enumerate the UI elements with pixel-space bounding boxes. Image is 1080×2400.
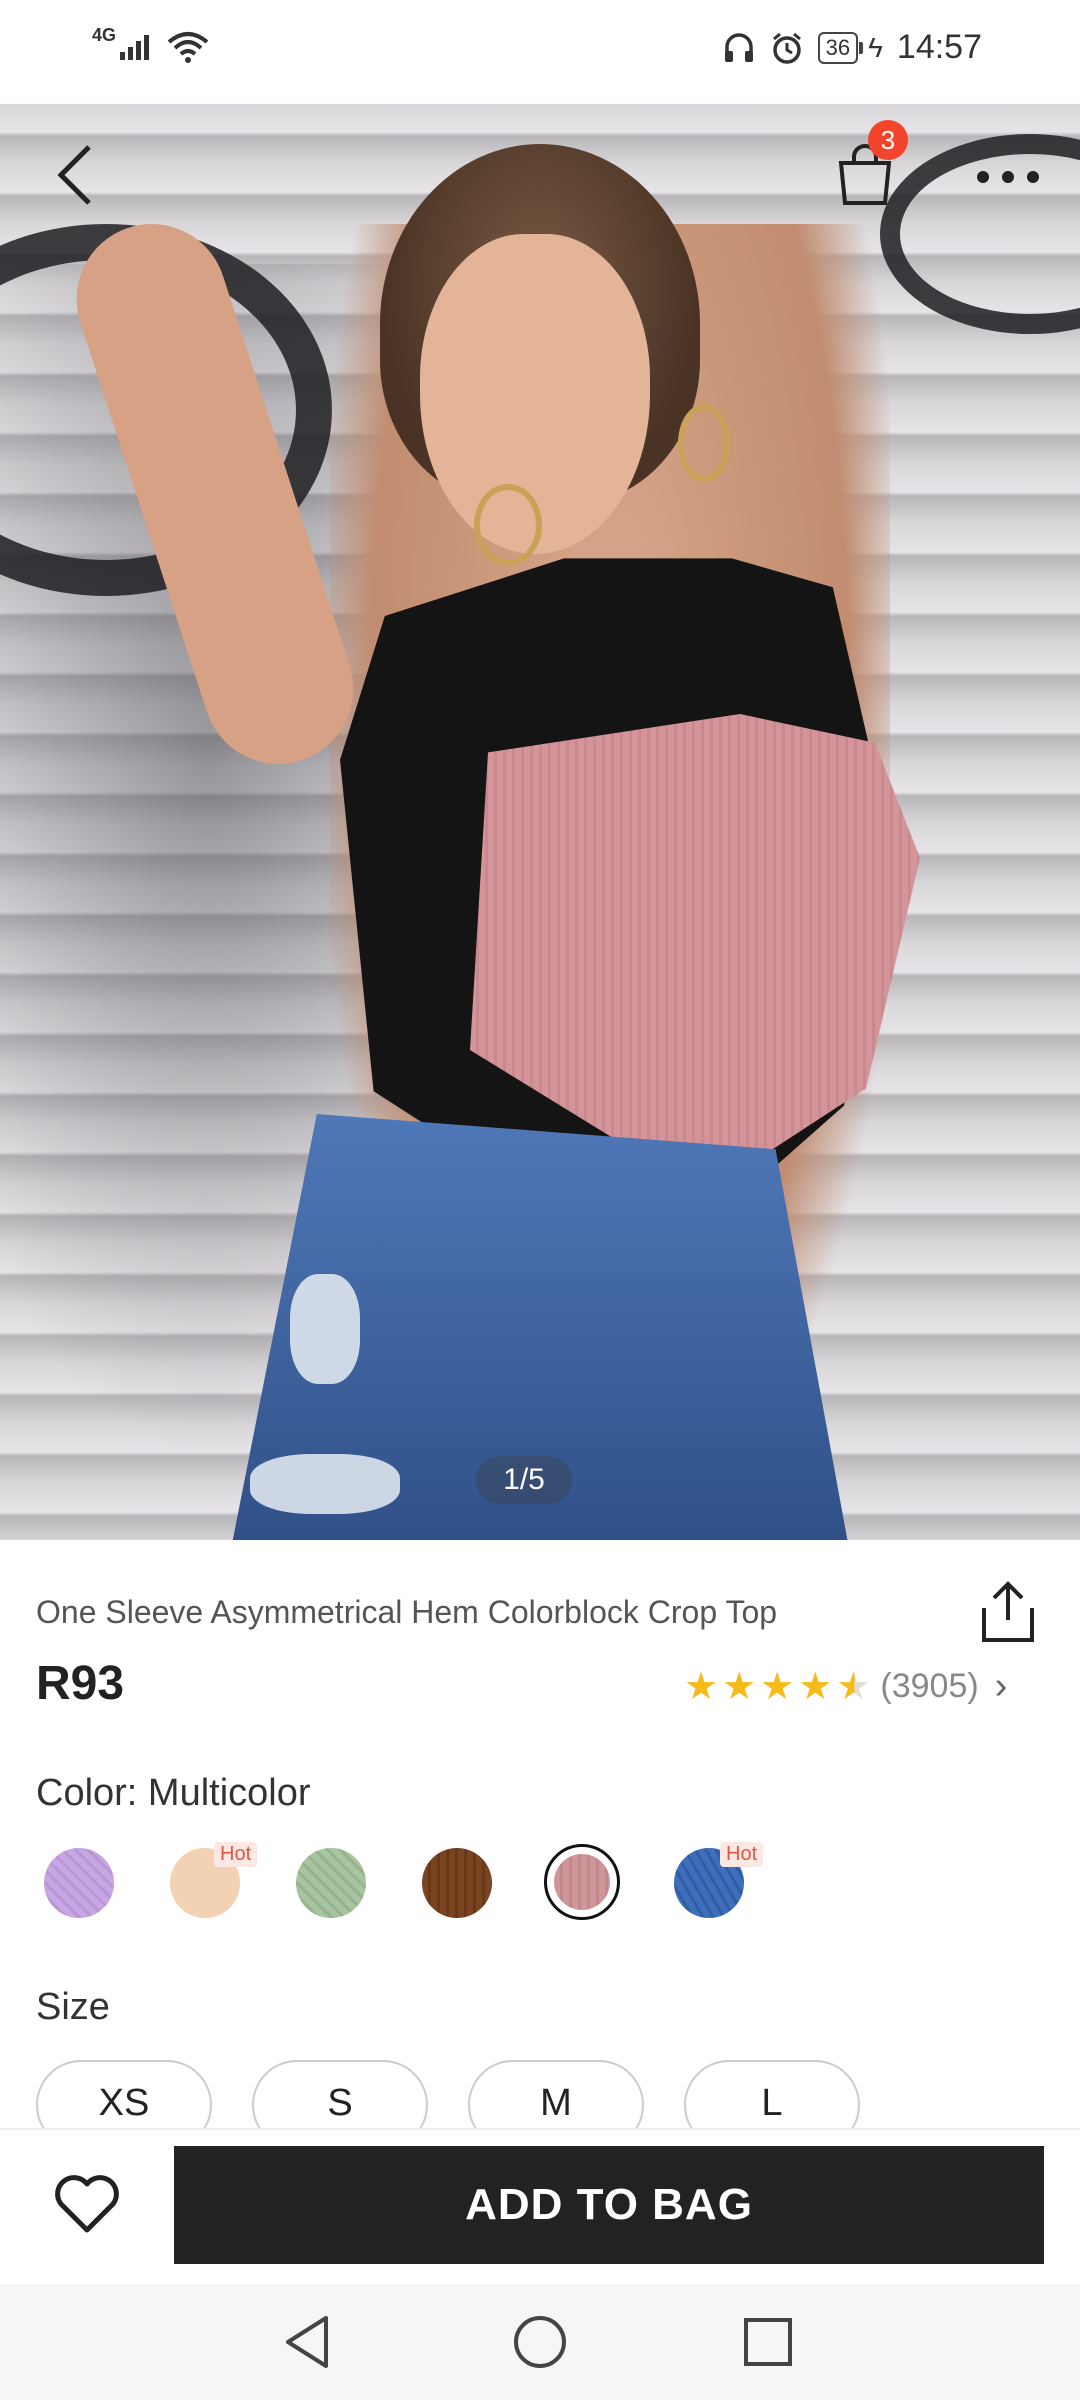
- star-icon: ★: [722, 1666, 757, 1708]
- gallery-indicator: 1/5: [476, 1456, 572, 1504]
- alarm-icon: [772, 32, 801, 64]
- earring: [678, 404, 730, 482]
- review-count: (3905): [880, 1667, 979, 1705]
- nav-home-icon[interactable]: [512, 2314, 568, 2370]
- status-right: 36 ϟ 14:57: [722, 28, 982, 67]
- denim-rip: [250, 1454, 400, 1514]
- more-dots-icon: [977, 171, 1039, 183]
- bag-count-badge: 3: [868, 120, 908, 160]
- wifi-icon: [167, 32, 209, 63]
- share-icon: [982, 1581, 1034, 1642]
- earring: [474, 484, 542, 566]
- half-star-icon: ★: [836, 1666, 871, 1708]
- back-arrow-icon: [57, 145, 91, 205]
- nav-back-icon[interactable]: [282, 2314, 332, 2370]
- hot-badge: Hot: [720, 1842, 764, 1867]
- share-button[interactable]: [978, 1580, 1038, 1644]
- rating-row[interactable]: ★ ★ ★ ★ ★ (3905) ›: [684, 1664, 1007, 1709]
- denim-rip: [290, 1274, 360, 1384]
- size-label: Size: [36, 1986, 110, 2028]
- product-title: One Sleeve Asymmetrical Hem Colorblock C…: [36, 1594, 778, 1630]
- color-swatch-mint[interactable]: [296, 1848, 366, 1918]
- back-button[interactable]: [40, 140, 110, 210]
- wishlist-button[interactable]: [52, 2172, 122, 2236]
- hot-badge: Hot: [214, 1842, 258, 1867]
- heart-icon: [55, 2175, 119, 2233]
- charging-icon: ϟ: [868, 31, 883, 63]
- clock: 14:57: [896, 28, 982, 66]
- more-button[interactable]: [968, 150, 1048, 204]
- star-icon: ★: [684, 1666, 719, 1708]
- color-label: Color: Multicolor: [36, 1772, 311, 1814]
- product-price: R93: [36, 1657, 125, 1710]
- color-swatch-dusty-pink[interactable]: [554, 1854, 610, 1910]
- star-icon: ★: [760, 1666, 795, 1708]
- battery-icon: 36: [817, 31, 864, 64]
- headphones-icon: [724, 32, 753, 62]
- chevron-right-icon: ›: [994, 1665, 1008, 1707]
- signal-icon: [120, 35, 150, 60]
- product-image[interactable]: 1/5: [0, 104, 1080, 1540]
- add-to-bag-button[interactable]: ADD TO BAG: [174, 2146, 1044, 2264]
- status-bar: 4G 36 ϟ 14:57: [0, 0, 1080, 104]
- system-nav-bar: [0, 2284, 1080, 2400]
- status-left: 4G: [92, 25, 210, 64]
- nav-recents-icon[interactable]: [742, 2316, 794, 2368]
- network-type: 4G: [92, 24, 117, 45]
- star-icon: ★: [798, 1666, 833, 1708]
- color-swatch-lilac[interactable]: [44, 1848, 114, 1918]
- color-swatch-brown[interactable]: [422, 1848, 492, 1918]
